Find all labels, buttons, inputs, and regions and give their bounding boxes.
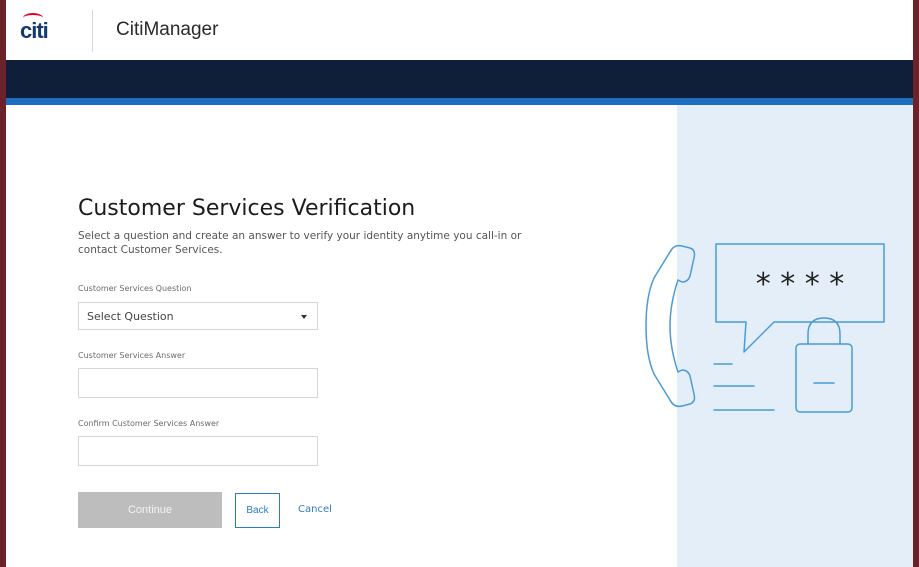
header: citi CitiManager bbox=[6, 0, 913, 60]
answer-label: Customer Services Answer bbox=[78, 351, 186, 360]
page-title: Customer Services Verification bbox=[78, 196, 416, 221]
logo-arc-icon bbox=[23, 13, 43, 23]
chevron-down-icon bbox=[301, 315, 307, 319]
verification-form-header: Customer Services Verification Select a … bbox=[78, 196, 598, 257]
confirm-answer-label: Confirm Customer Services Answer bbox=[78, 419, 220, 428]
phone-handset-icon bbox=[645, 244, 696, 408]
question-select-value: Select Question bbox=[87, 310, 174, 323]
masked-password-text: * * * * bbox=[756, 267, 845, 302]
continue-button[interactable]: Continue bbox=[78, 492, 222, 528]
app-title: CitiManager bbox=[116, 19, 219, 40]
confirm-answer-input[interactable] bbox=[78, 436, 318, 466]
citi-logo[interactable]: citi bbox=[20, 13, 49, 44]
cancel-link[interactable]: Cancel bbox=[298, 504, 332, 515]
lock-icon bbox=[795, 343, 853, 413]
answer-input[interactable] bbox=[78, 368, 318, 398]
question-select[interactable]: Select Question bbox=[78, 302, 318, 330]
security-illustration: * * * * bbox=[645, 243, 885, 413]
accent-stripe bbox=[6, 98, 913, 105]
page-subtitle: Select a question and create an answer t… bbox=[78, 230, 522, 256]
app-window: citi CitiManager Customer Services Verif… bbox=[6, 0, 913, 567]
back-button[interactable]: Back bbox=[235, 493, 280, 528]
question-label: Customer Services Question bbox=[78, 284, 192, 293]
nav-bar bbox=[6, 60, 913, 98]
header-divider bbox=[92, 10, 93, 52]
